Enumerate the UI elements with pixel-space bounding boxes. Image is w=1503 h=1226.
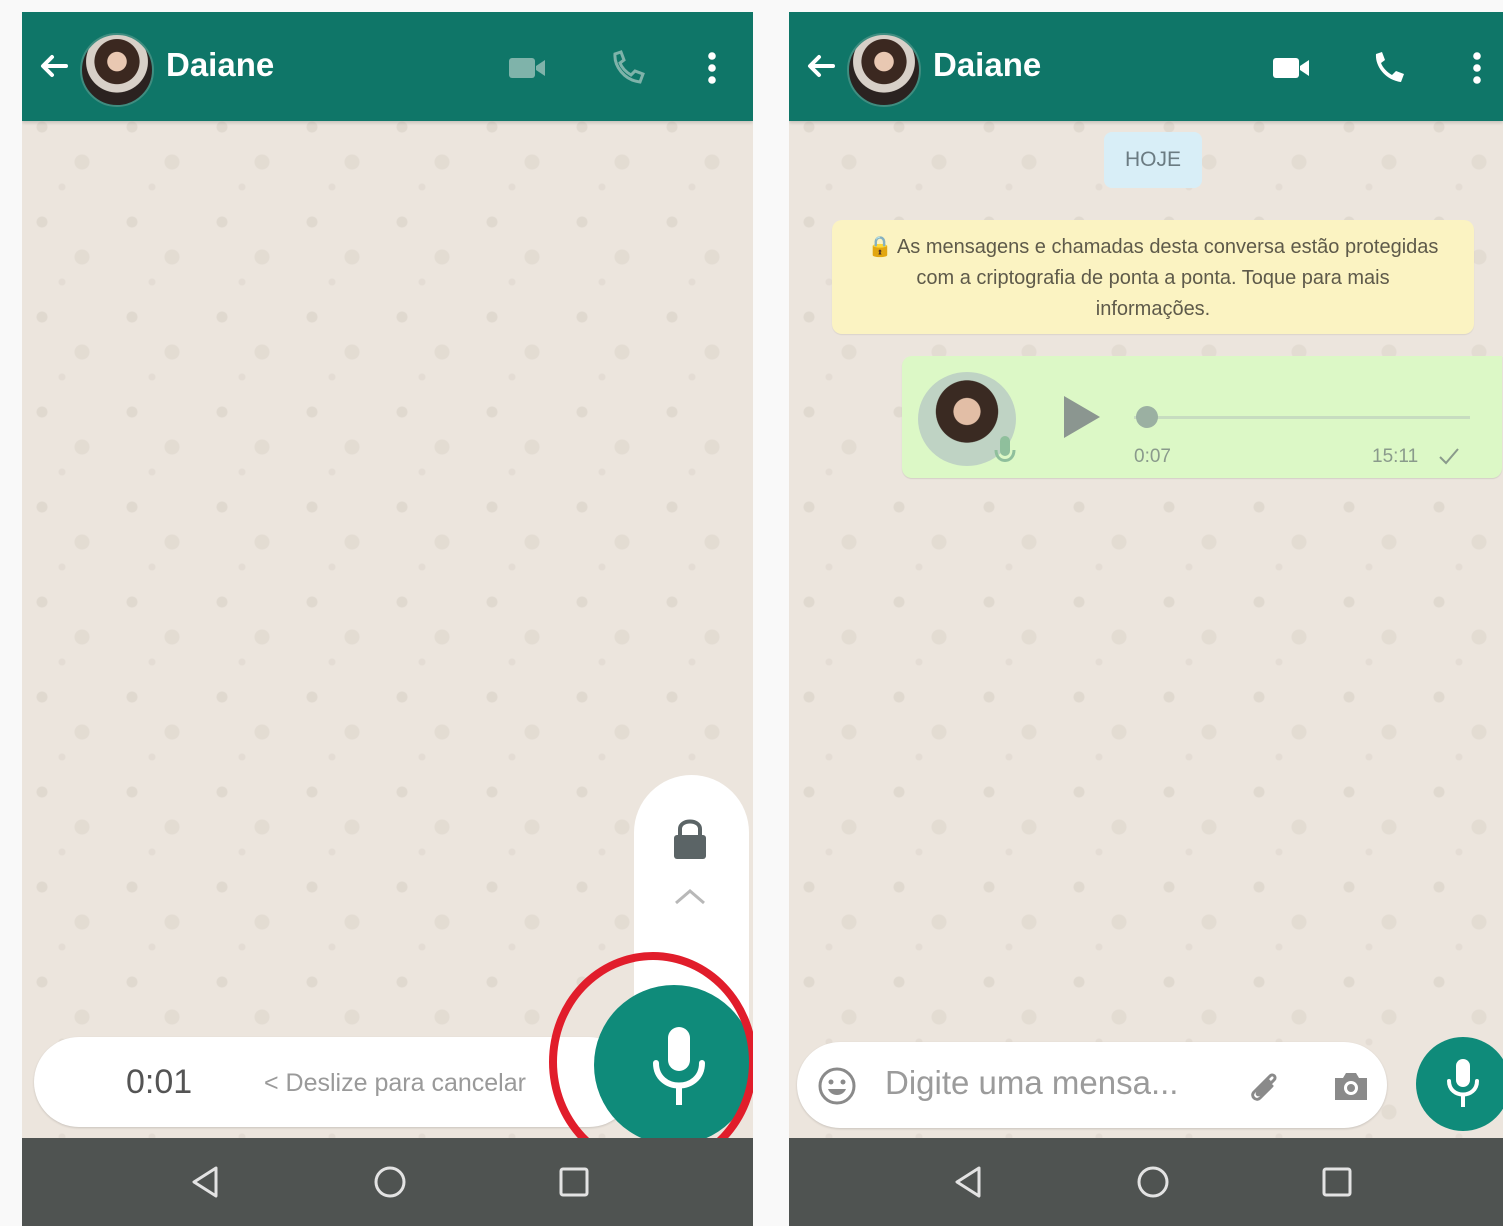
- contact-name[interactable]: Daiane: [933, 46, 1041, 84]
- slide-to-cancel-hint[interactable]: < Deslize para cancelar: [264, 1069, 526, 1098]
- system-navbar: [789, 1138, 1503, 1226]
- system-navbar: [22, 1138, 753, 1226]
- play-icon[interactable]: [1058, 392, 1104, 442]
- emoji-icon[interactable]: [815, 1064, 859, 1108]
- left-chat-screen: Daiane 0:01 < Deslize para cancelar: [22, 12, 753, 1226]
- voice-call-icon[interactable]: [606, 48, 650, 88]
- message-time: 15:11: [1372, 446, 1419, 467]
- audio-seek-handle[interactable]: [1136, 406, 1158, 428]
- recents-nav-icon[interactable]: [1313, 1158, 1361, 1206]
- right-chat-screen: Daiane HOJE 🔒 As mensagens e chamadas de…: [789, 12, 1503, 1226]
- attach-icon[interactable]: [1242, 1064, 1286, 1108]
- contact-name[interactable]: Daiane: [166, 46, 274, 84]
- back-arrow-icon[interactable]: [34, 46, 74, 86]
- voice-call-icon[interactable]: [1367, 48, 1411, 88]
- voice-duration: 0:07: [1134, 446, 1171, 467]
- more-options-icon[interactable]: [694, 48, 738, 88]
- back-nav-icon[interactable]: [182, 1158, 230, 1206]
- message-composer: Digite uma mensa...: [797, 1042, 1387, 1128]
- lock-icon: [674, 819, 706, 859]
- avatar[interactable]: [80, 33, 154, 107]
- video-call-icon[interactable]: [1269, 48, 1313, 88]
- recents-nav-icon[interactable]: [550, 1158, 598, 1206]
- voice-message-bubble: 0:07 15:11: [902, 356, 1502, 478]
- small-microphone-icon: [994, 436, 1016, 462]
- voice-record-button[interactable]: [1416, 1037, 1503, 1131]
- recording-bar: 0:01 < Deslize para cancelar: [34, 1037, 634, 1127]
- video-call-icon[interactable]: [505, 48, 549, 88]
- audio-seek-track[interactable]: [1134, 416, 1470, 419]
- avatar[interactable]: [847, 33, 921, 107]
- single-check-icon: [1439, 448, 1459, 465]
- microphone-icon: [1447, 1059, 1479, 1107]
- recording-timer: 0:01: [126, 1063, 193, 1101]
- back-nav-icon[interactable]: [945, 1158, 993, 1206]
- chevron-up-icon: [675, 889, 705, 905]
- home-nav-icon[interactable]: [366, 1158, 414, 1206]
- encryption-notice[interactable]: 🔒 As mensagens e chamadas desta conversa…: [832, 220, 1474, 334]
- chat-header: Daiane: [22, 12, 753, 121]
- home-nav-icon[interactable]: [1129, 1158, 1177, 1206]
- back-arrow-icon[interactable]: [801, 46, 841, 86]
- camera-icon[interactable]: [1329, 1064, 1373, 1108]
- date-chip: HOJE: [1104, 132, 1202, 188]
- more-options-icon[interactable]: [1459, 48, 1503, 88]
- message-input[interactable]: Digite uma mensa...: [885, 1064, 1178, 1102]
- chat-header: Daiane: [789, 12, 1503, 121]
